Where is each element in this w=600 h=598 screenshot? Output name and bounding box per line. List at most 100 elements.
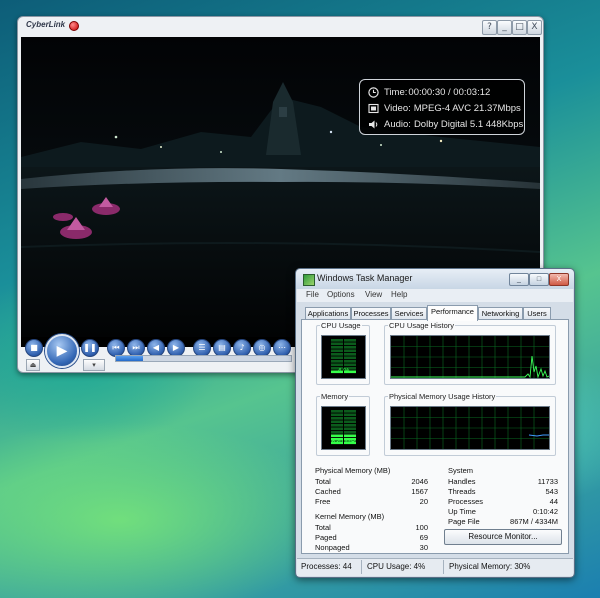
status-memory: Physical Memory: 30% [449,562,531,571]
sys-uptime-label: Up Time [448,507,476,516]
memory-meter-segment [331,417,343,420]
pause-icon[interactable]: ❚❚ [81,339,99,357]
cpu-meter-segment [344,342,356,346]
cpu-meter-segment [331,342,343,346]
record-dot-icon [69,21,79,31]
film-icon [368,103,379,113]
memory-history-label: Physical Memory Usage History [388,392,497,401]
eject-icon[interactable]: ⏏ [26,359,40,371]
performance-panel: CPU Usage 4 % CPU Usage History Memory 6… [301,319,569,554]
pm-free-label: Free [315,497,331,506]
km-paged-value: 69 [419,533,428,542]
cpu-usage-label: CPU Usage [320,321,362,330]
cpu-meter-segment [344,349,356,353]
seek-bar[interactable] [115,355,292,362]
menu-file[interactable]: File [306,290,319,299]
maximize-button[interactable]: □ [512,20,527,35]
osd-video-label: Video: [384,102,411,114]
km-total-value: 100 [415,523,428,532]
cyberlink-logo: CyberLink [26,20,66,29]
menu-options[interactable]: Options [327,290,355,299]
memory-value: 630 MB [331,439,356,446]
close-button[interactable]: X [527,20,542,35]
pm-cached-value: 1567 [411,487,428,496]
menu-help[interactable]: Help [391,290,407,299]
minimize-button[interactable]: _ [497,20,512,35]
status-cpu: CPU Usage: 4% [367,562,426,571]
km-nonpaged-label: Nonpaged [315,543,350,552]
sys-threads-value: 543 [545,487,558,496]
physical-memory-title: Physical Memory (MB) [315,466,391,475]
tm-close-button[interactable]: X [549,273,569,286]
cpu-meter-segment [344,346,356,349]
player-titlebar[interactable]: CyberLink ? _ □ X [18,17,543,37]
task-manager-icon [303,274,315,286]
sys-handles-value: 11733 [537,477,558,486]
memory-meter-segment [344,420,356,424]
sys-processes-label: Processes [448,497,484,506]
status-processes: Processes: 44 [301,562,352,571]
cpu-meter-segment [344,339,356,342]
system-title: System [448,466,474,475]
cpu-meter-segment [331,353,343,356]
memory-meter-segment [331,434,343,438]
cpu-usage-meter: 4 % [321,335,366,379]
seek-progress [116,356,144,361]
cpu-meter-segment [344,356,356,360]
help-button[interactable]: ? [482,20,497,35]
status-divider [361,560,362,574]
sys-pagefile-value: 867M / 4334M [510,517,558,526]
cpu-history-graph [390,335,550,379]
memory-meter-segment [331,424,343,427]
sys-threads-label: Threads [448,487,476,496]
sys-handles-label: Handles [448,477,476,486]
sys-pagefile-label: Page File [448,517,480,526]
resource-monitor-button[interactable]: Resource Monitor... [444,529,562,545]
osd-audio-value: Dolby Digital 5.1 448Kbps [413,118,524,130]
osd-time-row: Time: 00:00:30 / 00:03:12 [368,84,490,100]
sys-uptime-value: 0:10:42 [532,507,558,516]
tm-minimize-button[interactable]: _ [509,273,529,286]
osd-audio-row: Audio: Dolby Digital 5.1 448Kbps [368,116,523,132]
cpu-meter-segment [331,346,343,349]
media-info-overlay: Time: 00:00:30 / 00:03:12 Video: MPEG-4 AV… [359,79,525,135]
memory-meter-segment [344,431,356,434]
osd-time-value: 00:00:30 / 00:03:12 [408,86,491,98]
task-manager-title: Windows Task Manager [317,273,413,283]
cpu-meter-segment [331,363,343,367]
km-nonpaged-value: 30 [419,543,428,552]
play-icon[interactable]: ▶ [45,334,79,368]
pm-cached-label: Cached [315,487,341,496]
memory-meter-segment [331,410,343,413]
memory-history-graph [390,406,550,450]
memory-meter-segment [344,417,356,420]
cpu-meter-segment [344,363,356,367]
pm-total-label: Total [315,477,331,486]
osd-video-row: Video: MPEG-4 AVC 21.37Mbps [368,100,521,116]
status-bar: Processes: 44 CPU Usage: 4% Physical Mem… [297,558,573,576]
cpu-meter-segment [331,339,343,342]
memory-meter-segment [331,427,343,431]
menu-view[interactable]: View [365,290,382,299]
cpu-history-plot [391,336,549,378]
osd-audio-label: Audio: [384,118,411,130]
status-divider [443,560,444,574]
stop-icon[interactable]: ■ [25,339,43,357]
cpu-usage-value: 4 % [337,368,350,375]
menu-bar: File Options View Help [297,289,573,302]
osd-time-label: Time: [384,86,408,98]
pm-free-value: 20 [419,497,428,506]
cpu-history-label: CPU Usage History [388,321,456,330]
cpu-meter-segment [331,360,343,363]
memory-history-plot [391,407,549,449]
speaker-icon [369,120,378,128]
cpu-meter-segment [331,349,343,353]
km-total-label: Total [315,523,331,532]
tm-maximize-button[interactable]: □ [529,273,549,286]
task-manager-titlebar[interactable]: Windows Task Manager _ □ X [296,269,574,289]
osd-video-value: MPEG-4 AVC 21.37Mbps [413,102,521,114]
tab-performance[interactable]: Performance [427,305,478,321]
settings-icon[interactable]: ▾ [83,359,105,371]
memory-meter-segment [331,431,343,434]
km-paged-label: Paged [315,533,337,542]
